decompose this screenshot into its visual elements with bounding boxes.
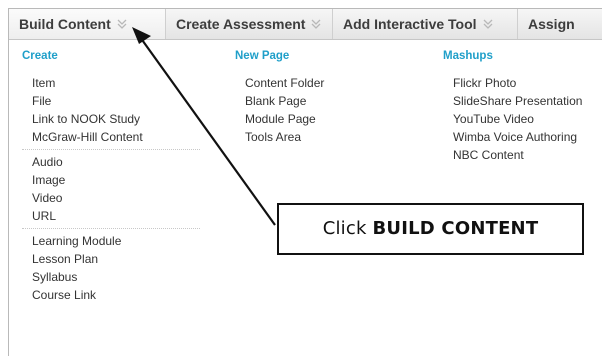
menu-item-item[interactable]: Item (22, 74, 200, 92)
mashups-column: Mashups Flickr Photo SlideShare Presenta… (443, 50, 582, 164)
tab-label: Add Interactive Tool (343, 16, 477, 32)
menu-item-learning-module[interactable]: Learning Module (22, 232, 200, 250)
menu-item-module-page[interactable]: Module Page (235, 110, 324, 128)
double-chevron-down-icon (115, 17, 129, 31)
callout-prefix: Click (322, 218, 373, 239)
column-heading-mashups: Mashups (443, 50, 493, 62)
tab-label: Assign (528, 16, 575, 32)
menu-item-url[interactable]: URL (22, 207, 200, 225)
tab-label: Build Content (19, 16, 111, 32)
menu-item-image[interactable]: Image (22, 171, 200, 189)
menu-item-content-folder[interactable]: Content Folder (235, 74, 324, 92)
column-heading-new-page: New Page (235, 50, 290, 62)
menu-item-audio[interactable]: Audio (22, 153, 200, 171)
group-divider (22, 149, 200, 150)
course-tools-menubar: Build Content Create Assessment Add Inte… (9, 9, 602, 40)
menu-item-syllabus[interactable]: Syllabus (22, 268, 200, 286)
menu-item-file[interactable]: File (22, 92, 200, 110)
callout-emphasis: BUILD CONTENT (372, 218, 539, 239)
menu-item-video[interactable]: Video (22, 189, 200, 207)
menu-item-wimba-voice-authoring[interactable]: Wimba Voice Authoring (443, 128, 582, 146)
double-chevron-down-icon (481, 17, 495, 31)
tab-label: Create Assessment (176, 16, 306, 32)
menu-item-flickr-photo[interactable]: Flickr Photo (443, 74, 582, 92)
build-content-menu-panel: Build Content Create Assessment Add Inte… (8, 8, 602, 356)
menu-item-link-to-nook-study[interactable]: Link to NOOK Study (22, 110, 200, 128)
new-page-column: New Page Content Folder Blank Page Modul… (235, 50, 324, 146)
column-heading-create: Create (22, 50, 58, 62)
menu-item-youtube-video[interactable]: YouTube Video (443, 110, 582, 128)
group-divider (22, 228, 200, 229)
menu-item-nbc-content[interactable]: NBC Content (443, 146, 582, 164)
double-chevron-down-icon (309, 17, 323, 31)
menu-item-course-link[interactable]: Course Link (22, 286, 200, 304)
menu-item-blank-page[interactable]: Blank Page (235, 92, 324, 110)
menu-item-slideshare-presentation[interactable]: SlideShare Presentation (443, 92, 582, 110)
instruction-callout: Click BUILD CONTENT (277, 203, 584, 255)
menu-item-tools-area[interactable]: Tools Area (235, 128, 324, 146)
tab-create-assessment[interactable]: Create Assessment (166, 9, 333, 39)
tab-add-interactive-tool[interactable]: Add Interactive Tool (333, 9, 518, 39)
create-column: Create Item File Link to NOOK Study McGr… (22, 50, 200, 304)
menu-item-mcgraw-hill-content[interactable]: McGraw-Hill Content (22, 128, 200, 146)
tab-build-content[interactable]: Build Content (9, 9, 166, 39)
menu-item-lesson-plan[interactable]: Lesson Plan (22, 250, 200, 268)
tab-assign[interactable]: Assign (518, 9, 602, 39)
